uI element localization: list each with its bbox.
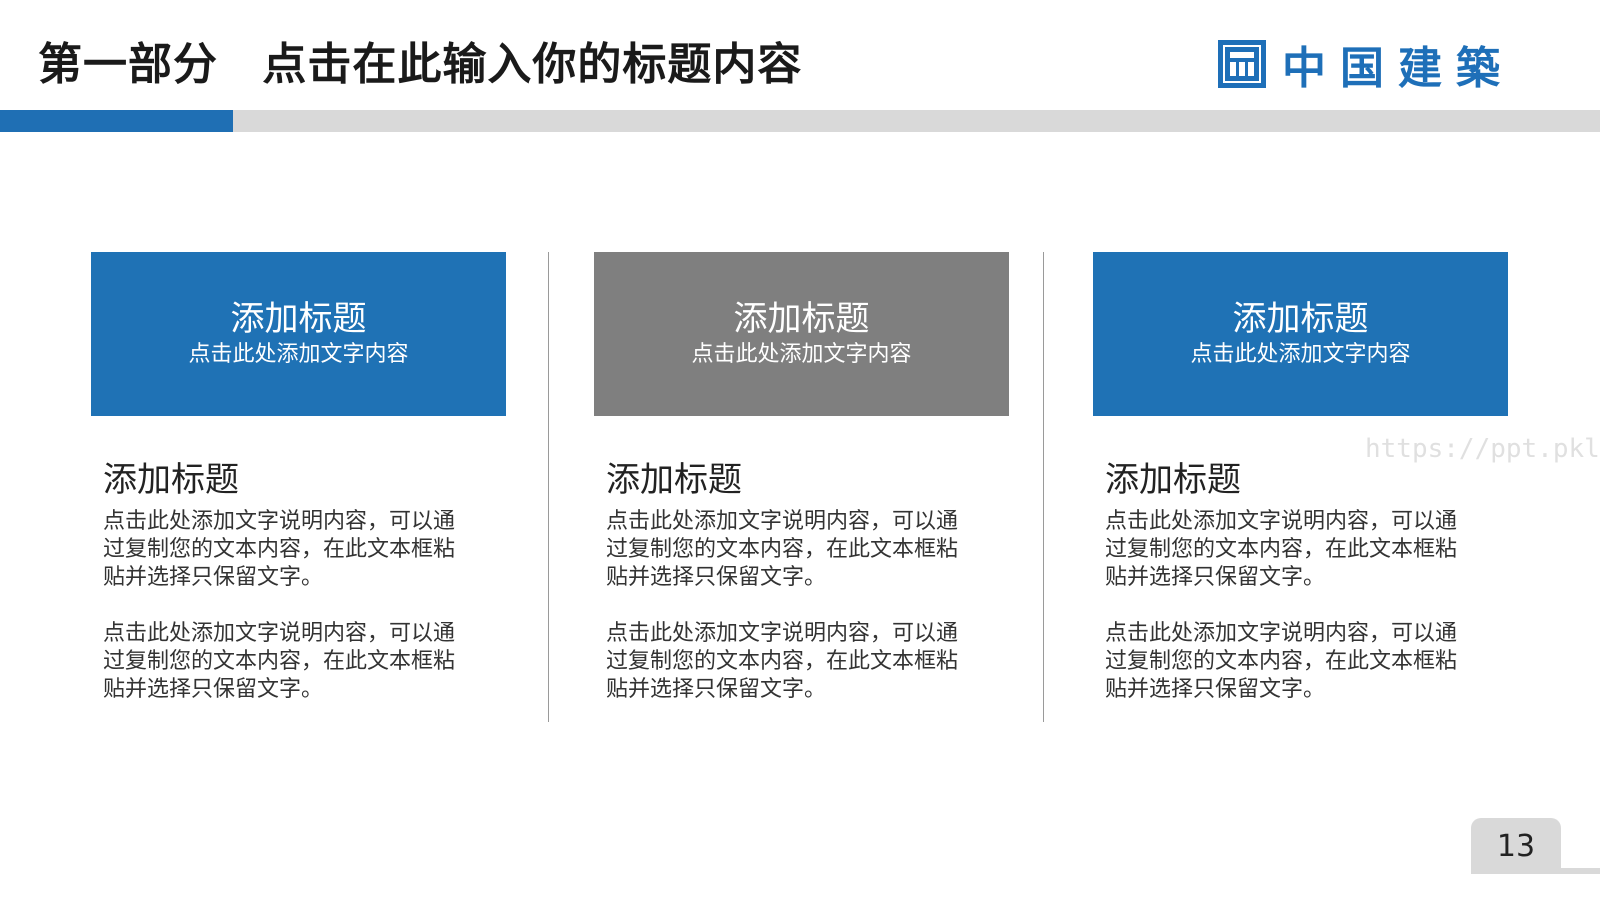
card-header-title: 添加标题	[1232, 299, 1369, 339]
cscec-logo-icon	[1218, 40, 1266, 88]
body-paragraph: 点击此处添加文字说明内容，可以通过复制您的文本内容，在此文本框粘贴并选择只保留文…	[103, 509, 456, 590]
body-heading: 添加标题	[606, 460, 742, 500]
card-header-2: 添加标题 点击此处添加文字内容	[594, 252, 1009, 416]
card-header-subtitle: 点击此处添加文字内容	[1190, 342, 1411, 367]
logo-text: 中国建築	[1282, 43, 1514, 94]
column-body-1: 添加标题 点击此处添加文字说明内容，可以通过复制您的文本内容，在此文本框粘贴并选…	[103, 458, 473, 732]
column-separator	[1043, 252, 1044, 722]
body-paragraph: 点击此处添加文字说明内容，可以通过复制您的文本内容，在此文本框粘贴并选择只保留文…	[606, 621, 959, 702]
company-logo: 中国建築	[1218, 38, 1514, 94]
header-divider-bar	[0, 110, 1600, 132]
card-header-title: 添加标题	[230, 299, 367, 339]
column-separator	[548, 252, 549, 722]
watermark-text: https://ppt.pkll.de	[1365, 434, 1600, 464]
card-header-1: 添加标题 点击此处添加文字内容	[91, 252, 506, 416]
body-paragraph: 点击此处添加文字说明内容，可以通过复制您的文本内容，在此文本框粘贴并选择只保留文…	[103, 621, 456, 702]
page-number-badge: 13	[1471, 818, 1561, 874]
column-body-3: 添加标题 点击此处添加文字说明内容，可以通过复制您的文本内容，在此文本框粘贴并选…	[1105, 458, 1475, 732]
slide-title: 第一部分 点击在此输入你的标题内容	[38, 28, 802, 92]
body-paragraph: 点击此处添加文字说明内容，可以通过复制您的文本内容，在此文本框粘贴并选择只保留文…	[606, 509, 959, 590]
card-header-title: 添加标题	[733, 299, 870, 339]
body-heading: 添加标题	[1105, 460, 1241, 500]
page-number: 13	[1496, 828, 1536, 864]
section-label: 第一部分	[38, 39, 218, 90]
body-paragraph: 点击此处添加文字说明内容，可以通过复制您的文本内容，在此文本框粘贴并选择只保留文…	[1105, 509, 1458, 590]
card-header-subtitle: 点击此处添加文字内容	[691, 342, 912, 367]
column-body-2: 添加标题 点击此处添加文字说明内容，可以通过复制您的文本内容，在此文本框粘贴并选…	[606, 458, 976, 732]
title-text: 点击在此输入你的标题内容	[262, 39, 803, 90]
body-heading: 添加标题	[103, 460, 239, 500]
header-divider-accent	[0, 110, 233, 132]
card-header-subtitle: 点击此处添加文字内容	[188, 342, 409, 367]
body-paragraph: 点击此处添加文字说明内容，可以通过复制您的文本内容，在此文本框粘贴并选择只保留文…	[1105, 621, 1458, 702]
page-number-line	[1561, 868, 1600, 874]
card-header-3: 添加标题 点击此处添加文字内容	[1093, 252, 1508, 416]
